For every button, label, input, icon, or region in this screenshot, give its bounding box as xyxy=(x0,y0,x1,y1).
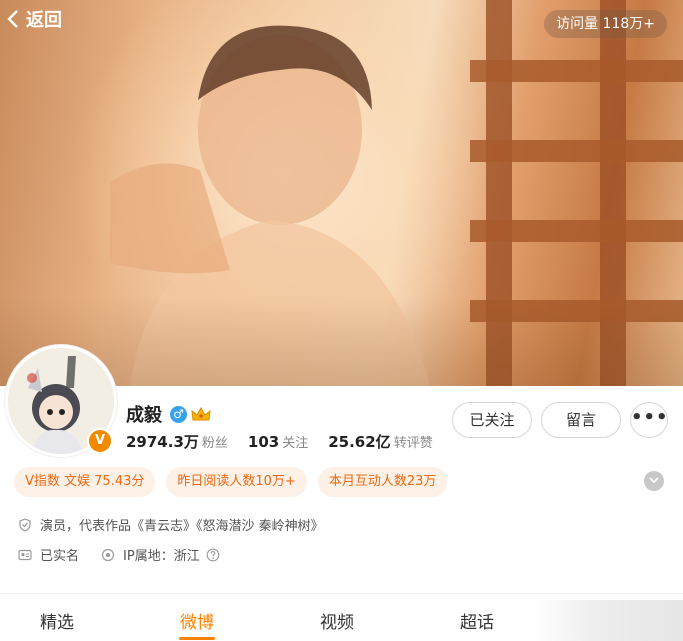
chevron-left-icon xyxy=(7,10,18,28)
bio-row: 演员，代表作品《青云志》《怒海潜沙 秦岭神树》 xyxy=(18,515,324,534)
tag-v-index[interactable]: V指数 文娱 75.43分 xyxy=(14,467,156,497)
profile-tags: V指数 文娱 75.43分 昨日阅读人数10万+ 本月互动人数23万 xyxy=(14,467,458,497)
identity-row: 已实名 IP属地：浙江 xyxy=(18,545,228,564)
id-card-icon xyxy=(18,549,32,560)
profile-cover-photo xyxy=(0,0,683,386)
tab-super-topic[interactable]: 超话 xyxy=(460,608,494,633)
following-count[interactable]: 103 xyxy=(248,433,279,451)
tab-video[interactable]: 视频 xyxy=(320,608,354,633)
profile-stats: 2974.3万 粉丝 103 关注 25.62亿 转评赞 xyxy=(126,431,453,452)
active-tab-indicator xyxy=(179,637,215,640)
cover-shelf-board xyxy=(470,220,683,242)
tag-monthly-interactions[interactable]: 本月互动人数23万 xyxy=(317,467,448,497)
crown-icon xyxy=(191,406,211,420)
more-button[interactable]: ••• xyxy=(630,402,668,438)
chevron-down-icon xyxy=(649,477,659,484)
expand-info-button[interactable] xyxy=(644,471,664,491)
verified-v-badge: V xyxy=(87,428,113,454)
followers-label: 粉丝 xyxy=(201,436,228,451)
verified-text: 已实名 xyxy=(40,549,80,564)
tag-daily-readers[interactable]: 昨日阅读人数10万+ xyxy=(166,467,307,497)
followed-button[interactable]: 已关注 xyxy=(452,402,532,438)
bio-text: 演员，代表作品《青云志》《怒海潜沙 秦岭神树》 xyxy=(40,519,324,534)
back-label: 返回 xyxy=(26,10,62,31)
shield-icon xyxy=(19,517,31,532)
tabs-overflow-fade xyxy=(533,600,683,641)
following-label: 关注 xyxy=(282,436,309,451)
followers-count[interactable]: 2974.3万 xyxy=(126,431,199,452)
visit-count-badge: 访问量 118万+ xyxy=(544,10,667,38)
tab-weibo[interactable]: 微博 xyxy=(180,608,214,633)
engagement-count: 25.62亿 xyxy=(328,433,391,451)
profile-name-row: 成毅 ♂ xyxy=(126,401,211,427)
ip-location-text: IP属地：浙江 xyxy=(123,549,200,564)
location-icon xyxy=(101,548,115,561)
male-icon: ♂ xyxy=(170,405,187,423)
message-button[interactable]: 留言 xyxy=(541,402,621,438)
profile-name: 成毅 xyxy=(126,405,162,426)
help-icon[interactable] xyxy=(206,548,220,562)
cover-shelf-board xyxy=(470,140,683,162)
engagement-label: 转评赞 xyxy=(393,436,433,451)
back-button[interactable]: 返回 xyxy=(6,6,62,32)
tab-featured[interactable]: 精选 xyxy=(40,608,74,633)
cover-shelf-board xyxy=(470,60,683,82)
